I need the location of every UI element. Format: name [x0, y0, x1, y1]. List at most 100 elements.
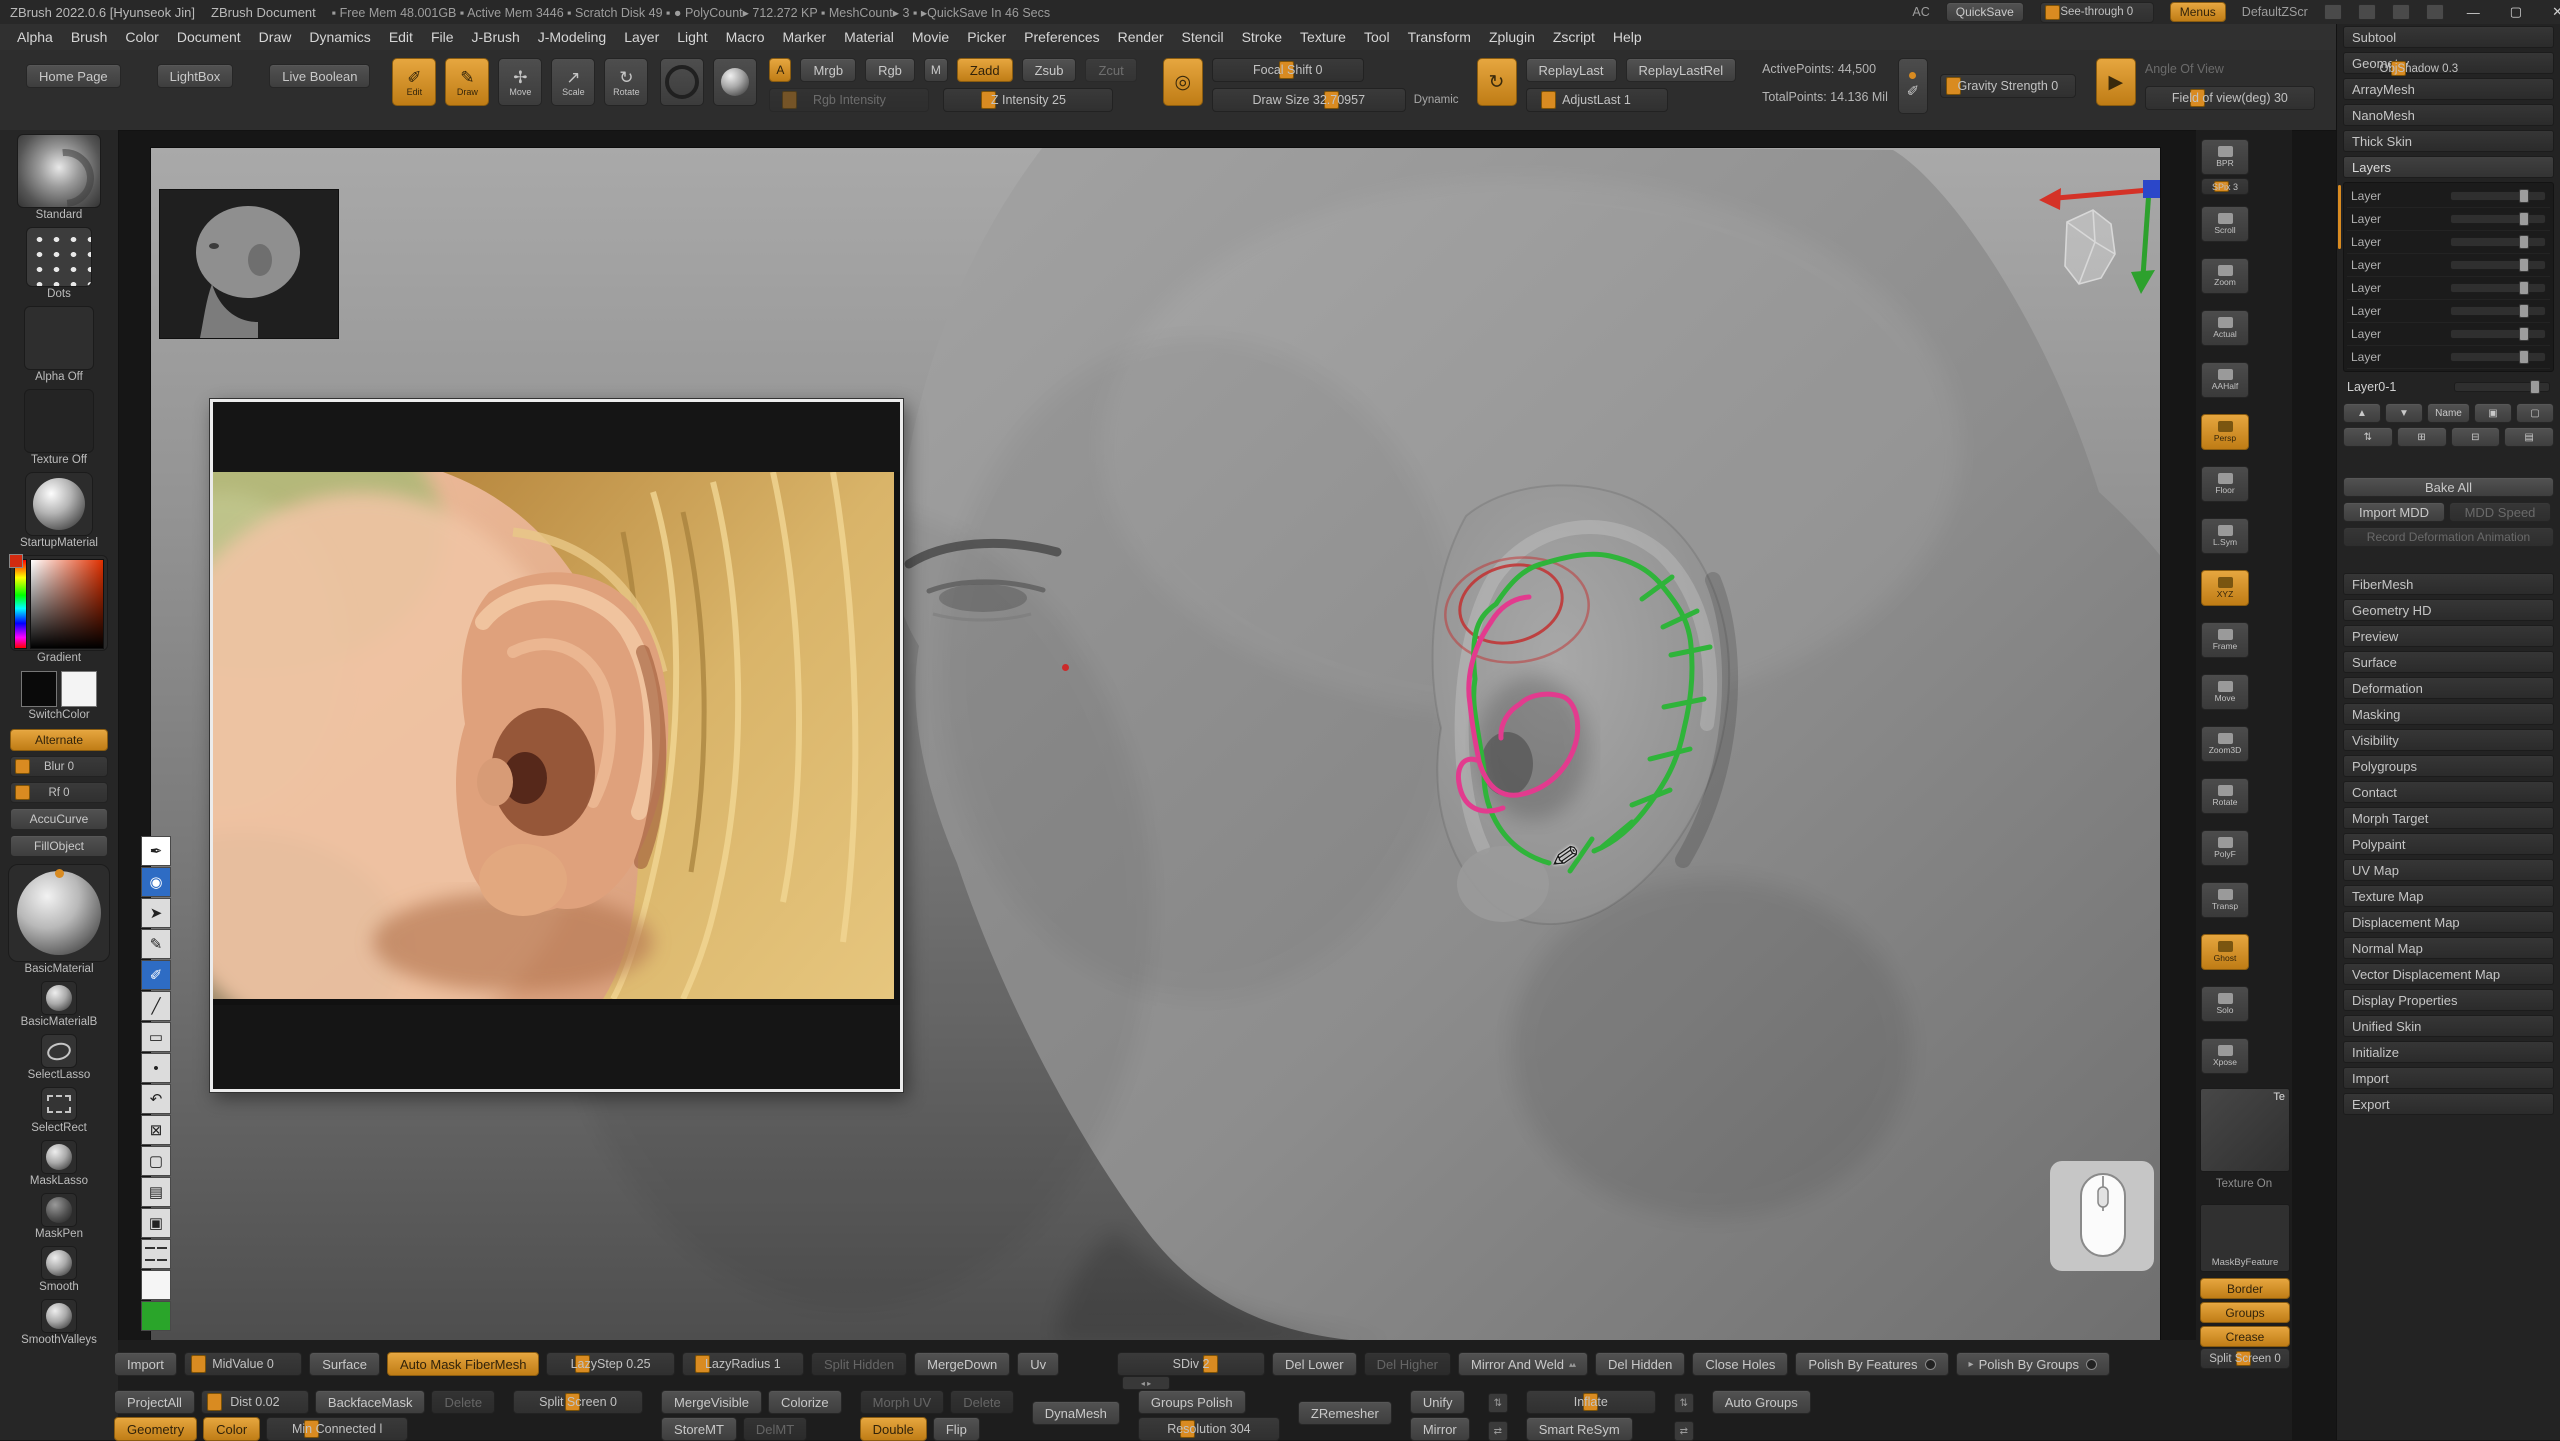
- selected-layer-slider[interactable]: [2454, 382, 2550, 392]
- layer-new-button[interactable]: ▢: [2516, 403, 2554, 423]
- menu-brush[interactable]: Brush: [62, 24, 117, 50]
- layer-row-3[interactable]: Layer: [2347, 254, 2550, 277]
- auto-mask-fibermesh-button[interactable]: Auto Mask FiberMesh: [387, 1352, 539, 1376]
- bake-all-button[interactable]: Bake All: [2343, 477, 2554, 497]
- tool-section-preview[interactable]: Preview: [2343, 625, 2554, 647]
- persp-button[interactable]: Persp: [2201, 414, 2249, 450]
- masklasso-icon[interactable]: [41, 1140, 77, 1174]
- menu-j-modeling[interactable]: J-Modeling: [529, 24, 615, 50]
- tool-section-unified-skin[interactable]: Unified Skin: [2343, 1015, 2554, 1037]
- mergevisible-button[interactable]: MergeVisible: [661, 1390, 762, 1414]
- green-swatch[interactable]: [141, 1301, 171, 1331]
- menus-button[interactable]: Menus: [2170, 2, 2226, 22]
- basicmaterialb-icon[interactable]: [41, 981, 77, 1015]
- menu-material[interactable]: Material: [835, 24, 903, 50]
- pen-pressure-icon[interactable]: ✐: [1898, 58, 1928, 114]
- layer-row-2[interactable]: Layer: [2347, 231, 2550, 254]
- dynamesh-button[interactable]: DynaMesh: [1032, 1401, 1120, 1425]
- fillobject-button[interactable]: FillObject: [10, 835, 108, 857]
- geometry-button[interactable]: Geometry: [114, 1417, 197, 1441]
- m-button[interactable]: M: [924, 58, 948, 82]
- morph-uv-button[interactable]: Morph UV: [860, 1390, 945, 1414]
- startupmaterial-icon[interactable]: [25, 472, 93, 536]
- mask-by-feature-button[interactable]: MaskByFeature: [2200, 1204, 2290, 1272]
- dot-size-tool[interactable]: •: [141, 1053, 171, 1083]
- layer-intensity-slider[interactable]: [2450, 260, 2546, 270]
- surface-button[interactable]: Surface: [309, 1352, 380, 1376]
- mode-draw-button[interactable]: ✎Draw: [445, 58, 489, 106]
- transp-button[interactable]: Transp: [2201, 882, 2249, 918]
- tool-section-polygroups[interactable]: Polygroups: [2343, 755, 2554, 777]
- layer-slider-handle[interactable]: [2519, 281, 2529, 295]
- palette-tool[interactable]: [141, 1239, 171, 1269]
- main-color-swatch[interactable]: [21, 671, 57, 707]
- layer-slider-handle[interactable]: [2519, 189, 2529, 203]
- menu-file[interactable]: File: [422, 24, 463, 50]
- tool-section-fibermesh[interactable]: FiberMesh: [2343, 573, 2554, 595]
- tool-section-arraymesh[interactable]: ArrayMesh: [2343, 78, 2554, 100]
- resolution-304-slider[interactable]: Resolution 304: [1138, 1417, 1280, 1441]
- color-button[interactable]: Color: [203, 1417, 260, 1441]
- mdd-speed-button[interactable]: MDD Speed: [2449, 502, 2551, 522]
- quicksave-button[interactable]: QuickSave: [1946, 2, 2024, 22]
- tool-section-contact[interactable]: Contact: [2343, 781, 2554, 803]
- layer-slider-handle[interactable]: [2519, 327, 2529, 341]
- layers-section-header[interactable]: Layers: [2343, 156, 2554, 178]
- border-button[interactable]: Border: [2200, 1278, 2290, 1299]
- layer-reorder-button[interactable]: ⇅: [2343, 427, 2393, 447]
- inflate-slider[interactable]: Inflate: [1526, 1390, 1656, 1414]
- delmt-button[interactable]: DelMT: [743, 1417, 807, 1441]
- menu-render[interactable]: Render: [1109, 24, 1173, 50]
- smoothvalleys-icon[interactable]: [41, 1299, 77, 1333]
- image-tool[interactable]: ▣: [141, 1208, 171, 1238]
- mirror-button[interactable]: Mirror: [1410, 1417, 1470, 1441]
- white-swatch[interactable]: [141, 1270, 171, 1300]
- double-button[interactable]: Double: [860, 1417, 927, 1441]
- menu-transform[interactable]: Transform: [1399, 24, 1480, 50]
- import-button[interactable]: Import: [114, 1352, 177, 1376]
- mode-rotate-button[interactable]: ↻Rotate: [604, 58, 648, 106]
- highlighter-tool[interactable]: ✐: [141, 960, 171, 990]
- sdiv-2-slider[interactable]: SDiv 2: [1117, 1352, 1265, 1376]
- lazystep-0-25-slider[interactable]: LazyStep 0.25: [546, 1352, 674, 1376]
- selectlasso-icon[interactable]: [41, 1034, 77, 1068]
- import-mdd-button[interactable]: Import MDD: [2343, 502, 2445, 522]
- del-lower-button[interactable]: Del Lower: [1272, 1352, 1357, 1376]
- layer-move-up-button[interactable]: ▲: [2343, 403, 2381, 423]
- pen-nib-tool[interactable]: ✒: [141, 836, 171, 866]
- reference-image-window[interactable]: [210, 399, 903, 1092]
- layer-slider-handle[interactable]: [2519, 212, 2529, 226]
- smart-resym-button[interactable]: Smart ReSym: [1526, 1417, 1633, 1441]
- delete-button[interactable]: Delete: [950, 1390, 1014, 1414]
- titlebar-tool-icon[interactable]: [2426, 4, 2444, 20]
- rgb-intensity-slider[interactable]: Rgb Intensity: [769, 88, 929, 112]
- menu-light[interactable]: Light: [668, 24, 716, 50]
- actual-button[interactable]: Actual: [2201, 310, 2249, 346]
- palette-color[interactable]: [145, 1247, 155, 1249]
- dynamic-toggle[interactable]: Dynamic: [1414, 94, 1459, 106]
- aahalf-button[interactable]: AAHalf: [2201, 362, 2249, 398]
- tool-section-display-properties[interactable]: Display Properties: [2343, 989, 2554, 1011]
- mode-move-button[interactable]: ✢Move: [498, 58, 542, 106]
- tool-section-morph-target[interactable]: Morph Target: [2343, 807, 2554, 829]
- menu-movie[interactable]: Movie: [903, 24, 958, 50]
- frame-button[interactable]: Frame: [2201, 622, 2249, 658]
- layer-row-0[interactable]: Layer: [2347, 185, 2550, 208]
- split-screen-slider[interactable]: Split Screen 0: [2200, 1348, 2290, 1369]
- undo-tool[interactable]: ↶: [141, 1084, 171, 1114]
- dots-icon[interactable]: [26, 227, 92, 287]
- document-canvas[interactable]: ✎: [150, 147, 2161, 1341]
- selected-layer-handle[interactable]: [2530, 380, 2540, 394]
- layer-duplicate-button[interactable]: ▣: [2474, 403, 2512, 423]
- tool-section-thick-skin[interactable]: Thick Skin: [2343, 130, 2554, 152]
- mode-scale-button[interactable]: ↗Scale: [551, 58, 595, 106]
- rgb-button[interactable]: Rgb: [865, 58, 915, 82]
- line-tool[interactable]: ╱: [141, 991, 171, 1021]
- texture-on-label[interactable]: Texture On: [2196, 1178, 2292, 1190]
- layer-intensity-slider[interactable]: [2450, 191, 2546, 201]
- palette-color[interactable]: [157, 1259, 167, 1261]
- crease-button[interactable]: Crease: [2200, 1326, 2290, 1347]
- polish-by-groups-button[interactable]: ▸Polish By Groups: [1956, 1352, 2110, 1376]
- zcut-button[interactable]: Zcut: [1085, 58, 1136, 82]
- xpose-button[interactable]: Xpose: [2201, 1038, 2249, 1074]
